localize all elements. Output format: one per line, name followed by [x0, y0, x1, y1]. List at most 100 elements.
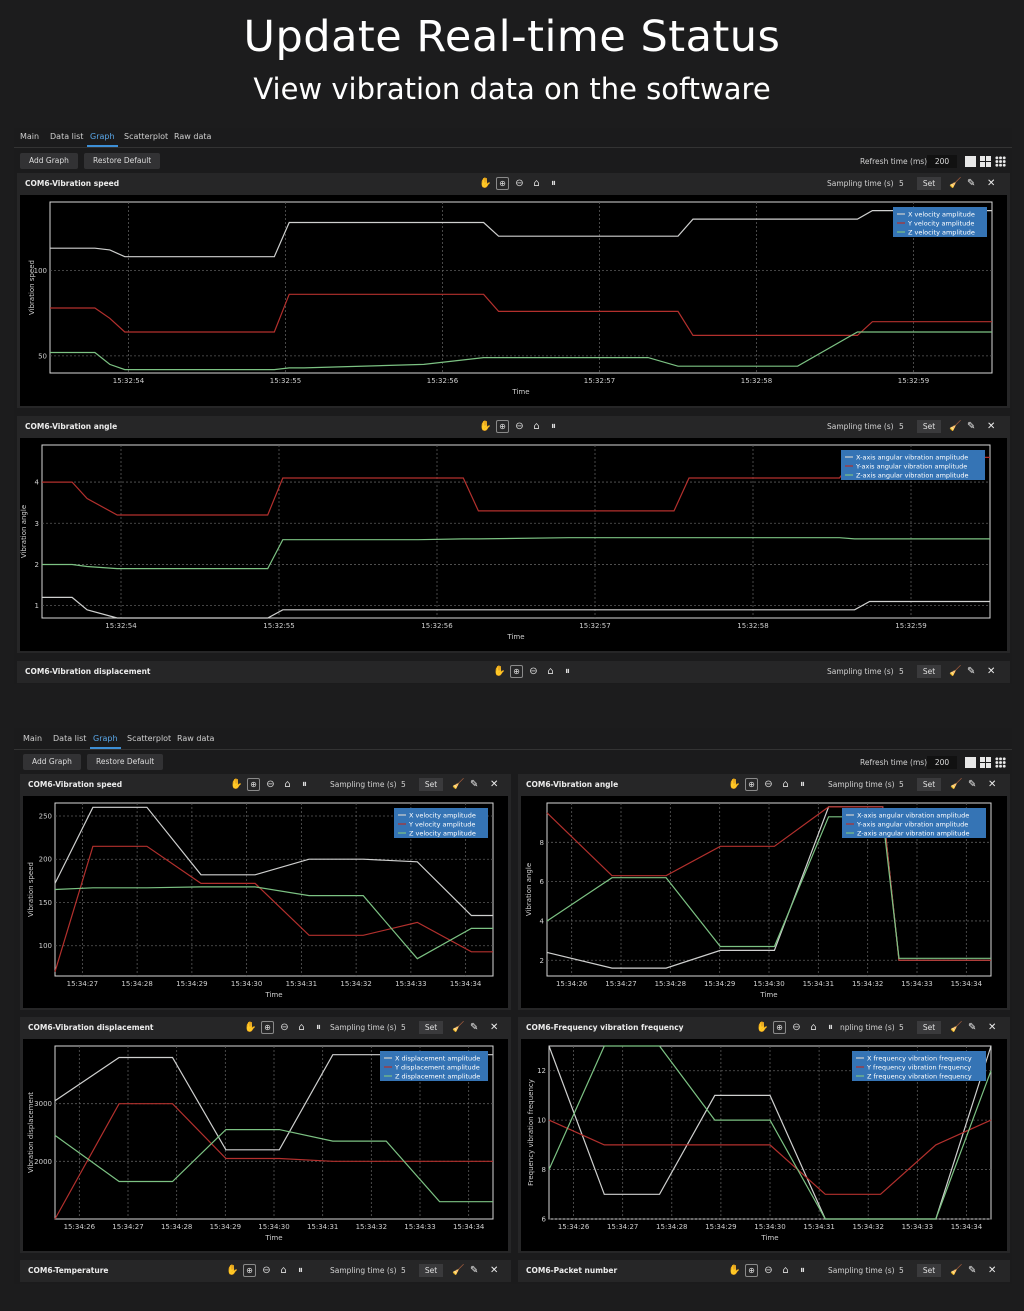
home-icon[interactable]: ⌂: [807, 1021, 820, 1034]
clear-broom-icon[interactable]: 🧹: [452, 778, 464, 791]
set-button[interactable]: Set: [917, 1264, 941, 1277]
zoom-box-icon[interactable]: ⊕: [247, 778, 260, 791]
edit-icon[interactable]: ✎: [470, 1264, 478, 1277]
pan-hand-icon[interactable]: ✋: [479, 420, 492, 433]
tab-scatterplot[interactable]: Scatterplot: [127, 734, 171, 743]
set-button[interactable]: Set: [917, 1021, 941, 1034]
tab-main[interactable]: Main: [20, 132, 39, 141]
clear-broom-icon[interactable]: 🧹: [950, 1021, 962, 1034]
edit-icon[interactable]: ✎: [968, 778, 976, 791]
zoom-box-icon[interactable]: ⊕: [510, 665, 523, 678]
pause-icon[interactable]: ⏸: [294, 1264, 307, 1277]
set-button[interactable]: Set: [917, 778, 941, 791]
sampling-time-value[interactable]: 5: [899, 1266, 904, 1275]
set-button[interactable]: Set: [917, 665, 941, 678]
layout-grid-4-icon[interactable]: [980, 156, 991, 167]
zoom-out-icon[interactable]: ⊖: [762, 1264, 775, 1277]
add-graph-button[interactable]: Add Graph: [23, 754, 81, 770]
close-icon[interactable]: ✕: [987, 177, 995, 190]
zoom-box-icon[interactable]: ⊕: [745, 1264, 758, 1277]
sampling-time-value[interactable]: 5: [899, 179, 904, 188]
home-icon[interactable]: ⌂: [779, 778, 792, 791]
add-graph-button[interactable]: Add Graph: [20, 153, 78, 169]
edit-icon[interactable]: ✎: [967, 420, 975, 433]
set-button[interactable]: Set: [917, 420, 941, 433]
pan-hand-icon[interactable]: ✋: [244, 1021, 257, 1034]
layout-grid-9-icon[interactable]: [995, 156, 1006, 167]
zoom-box-icon[interactable]: ⊕: [773, 1021, 786, 1034]
pan-hand-icon[interactable]: ✋: [728, 778, 741, 791]
zoom-out-icon[interactable]: ⊖: [790, 1021, 803, 1034]
pause-icon[interactable]: ⏸: [547, 420, 560, 433]
edit-icon[interactable]: ✎: [968, 1021, 976, 1034]
zoom-out-icon[interactable]: ⊖: [513, 420, 526, 433]
tab-main[interactable]: Main: [23, 734, 42, 743]
home-icon[interactable]: ⌂: [295, 1021, 308, 1034]
home-icon[interactable]: ⌂: [779, 1264, 792, 1277]
sampling-time-value[interactable]: 5: [899, 1023, 904, 1032]
close-icon[interactable]: ✕: [490, 778, 498, 791]
sampling-time-value[interactable]: 5: [899, 422, 904, 431]
zoom-box-icon[interactable]: ⊕: [261, 1021, 274, 1034]
layout-single-icon[interactable]: [965, 156, 976, 167]
edit-icon[interactable]: ✎: [470, 778, 478, 791]
set-button[interactable]: Set: [419, 778, 443, 791]
pan-hand-icon[interactable]: ✋: [728, 1264, 741, 1277]
zoom-out-icon[interactable]: ⊖: [260, 1264, 273, 1277]
home-icon[interactable]: ⌂: [277, 1264, 290, 1277]
pause-icon[interactable]: ⏸: [547, 177, 560, 190]
tab-raw-data[interactable]: Raw data: [174, 132, 211, 141]
pan-hand-icon[interactable]: ✋: [230, 778, 243, 791]
tab-raw-data[interactable]: Raw data: [177, 734, 214, 743]
sampling-time-value[interactable]: 5: [899, 667, 904, 676]
tab-data-list[interactable]: Data list: [50, 132, 83, 141]
zoom-box-icon[interactable]: ⊕: [243, 1264, 256, 1277]
close-icon[interactable]: ✕: [988, 778, 996, 791]
edit-icon[interactable]: ✎: [470, 1021, 478, 1034]
set-button[interactable]: Set: [419, 1021, 443, 1034]
zoom-box-icon[interactable]: ⊕: [496, 177, 509, 190]
clear-broom-icon[interactable]: 🧹: [950, 778, 962, 791]
edit-icon[interactable]: ✎: [967, 665, 975, 678]
clear-broom-icon[interactable]: 🧹: [452, 1264, 464, 1277]
clear-broom-icon[interactable]: 🧹: [452, 1021, 464, 1034]
pause-icon[interactable]: ⏸: [561, 665, 574, 678]
refresh-time-input[interactable]: 200: [927, 155, 957, 168]
set-button[interactable]: Set: [917, 177, 941, 190]
home-icon[interactable]: ⌂: [281, 778, 294, 791]
tab-scatterplot[interactable]: Scatterplot: [124, 132, 168, 141]
home-icon[interactable]: ⌂: [530, 177, 543, 190]
layout-grid-9-icon[interactable]: [995, 757, 1006, 768]
zoom-out-icon[interactable]: ⊖: [527, 665, 540, 678]
pause-icon[interactable]: ⏸: [312, 1021, 325, 1034]
pause-icon[interactable]: ⏸: [796, 1264, 809, 1277]
set-button[interactable]: Set: [419, 1264, 443, 1277]
pan-hand-icon[interactable]: ✋: [226, 1264, 239, 1277]
zoom-out-icon[interactable]: ⊖: [513, 177, 526, 190]
clear-broom-icon[interactable]: 🧹: [950, 1264, 962, 1277]
zoom-out-icon[interactable]: ⊖: [278, 1021, 291, 1034]
sampling-time-value[interactable]: 5: [401, 1266, 406, 1275]
clear-broom-icon[interactable]: 🧹: [949, 665, 961, 678]
zoom-box-icon[interactable]: ⊕: [745, 778, 758, 791]
clear-broom-icon[interactable]: 🧹: [949, 177, 961, 190]
pan-hand-icon[interactable]: ✋: [756, 1021, 769, 1034]
layout-single-icon[interactable]: [965, 757, 976, 768]
pause-icon[interactable]: ⏸: [298, 778, 311, 791]
restore-default-button[interactable]: Restore Default: [84, 153, 161, 169]
sampling-time-value[interactable]: 5: [899, 780, 904, 789]
zoom-out-icon[interactable]: ⊖: [762, 778, 775, 791]
close-icon[interactable]: ✕: [490, 1264, 498, 1277]
close-icon[interactable]: ✕: [988, 1264, 996, 1277]
home-icon[interactable]: ⌂: [544, 665, 557, 678]
home-icon[interactable]: ⌂: [530, 420, 543, 433]
tab-data-list[interactable]: Data list: [53, 734, 86, 743]
zoom-out-icon[interactable]: ⊖: [264, 778, 277, 791]
restore-default-button[interactable]: Restore Default: [87, 754, 164, 770]
sampling-time-value[interactable]: 5: [401, 1023, 406, 1032]
close-icon[interactable]: ✕: [987, 665, 995, 678]
close-icon[interactable]: ✕: [490, 1021, 498, 1034]
tab-graph[interactable]: Graph: [87, 132, 118, 147]
sampling-time-value[interactable]: 5: [401, 780, 406, 789]
refresh-time-input[interactable]: 200: [927, 756, 957, 769]
